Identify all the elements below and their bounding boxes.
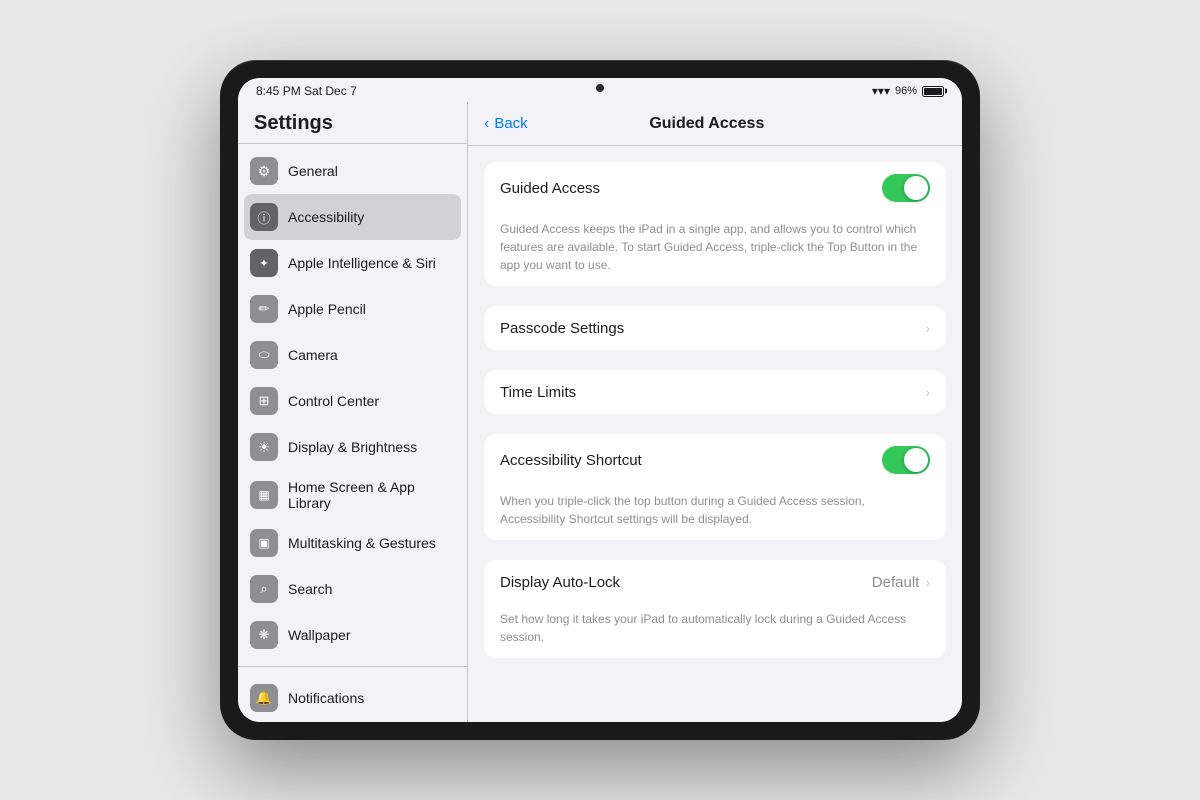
display-auto-lock-row[interactable]: Display Auto-Lock Default › bbox=[484, 560, 946, 604]
guided-access-card: Guided Access Guided Access keeps the iP… bbox=[484, 162, 946, 286]
time-limits-label: Time Limits bbox=[500, 384, 925, 401]
back-chevron-icon: ‹ bbox=[484, 115, 489, 133]
notifications-label: Notifications bbox=[288, 690, 455, 706]
display-auto-lock-value: Default bbox=[872, 574, 920, 591]
accessibility-shortcut-label: Accessibility Shortcut bbox=[500, 452, 882, 469]
apple-intelligence-icon: ✦ bbox=[250, 249, 278, 277]
guided-access-label: Guided Access bbox=[500, 180, 882, 197]
sidebar-title: Settings bbox=[238, 102, 467, 144]
right-panel-title: Guided Access bbox=[528, 115, 886, 133]
passcode-settings-row[interactable]: Passcode Settings › bbox=[484, 306, 946, 350]
accessibility-shortcut-card: Accessibility Shortcut When you triple-c… bbox=[484, 434, 946, 540]
back-label: Back bbox=[494, 115, 527, 132]
sidebar-item-apple-pencil[interactable]: ✏ Apple Pencil bbox=[238, 286, 467, 332]
status-right: ▾▾▾ 96% bbox=[872, 84, 944, 98]
sidebar-divider bbox=[238, 666, 467, 667]
accessibility-shortcut-row: Accessibility Shortcut bbox=[484, 434, 946, 486]
sidebar-item-control-center[interactable]: ⊞ Control Center bbox=[238, 378, 467, 424]
search-icon: ⌕ bbox=[250, 575, 278, 603]
sidebar-item-general[interactable]: ⚙ General bbox=[238, 148, 467, 194]
battery-pct: 96% bbox=[895, 85, 917, 97]
sidebar-item-accessibility[interactable]: ⓘ Accessibility bbox=[244, 194, 461, 240]
accessibility-shortcut-toggle[interactable] bbox=[882, 446, 930, 474]
general-icon: ⚙ bbox=[250, 157, 278, 185]
back-button[interactable]: ‹ Back bbox=[484, 115, 528, 133]
wallpaper-label: Wallpaper bbox=[288, 627, 455, 643]
sidebar-item-notifications[interactable]: 🔔 Notifications bbox=[238, 675, 467, 721]
guided-access-toggle[interactable] bbox=[882, 174, 930, 202]
home-screen-label: Home Screen & App Library bbox=[288, 479, 455, 511]
search-label: Search bbox=[288, 581, 455, 597]
accessibility-label: Accessibility bbox=[288, 209, 455, 225]
ipad-screen: 8:45 PM Sat Dec 7 ▾▾▾ 96% Settings bbox=[238, 78, 962, 722]
multitasking-icon: ▣ bbox=[250, 529, 278, 557]
sidebar-item-wallpaper[interactable]: ❋ Wallpaper bbox=[238, 612, 467, 658]
apple-pencil-icon: ✏ bbox=[250, 295, 278, 323]
accessibility-shortcut-description: When you triple-click the top button dur… bbox=[484, 486, 946, 540]
home-screen-icon: ▦ bbox=[250, 481, 278, 509]
wallpaper-icon: ❋ bbox=[250, 621, 278, 649]
apple-pencil-label: Apple Pencil bbox=[288, 301, 455, 317]
sidebar-item-camera[interactable]: ⬭ Camera bbox=[238, 332, 467, 378]
sidebar-item-apple-intelligence[interactable]: ✦ Apple Intelligence & Siri bbox=[238, 240, 467, 286]
guided-access-toggle-thumb bbox=[904, 176, 928, 200]
multitasking-label: Multitasking & Gestures bbox=[288, 535, 455, 551]
settings-list: ⚙ General ⓘ Accessibility ✦ Apple Intell… bbox=[238, 144, 467, 722]
wifi-icon: ▾▾▾ bbox=[872, 84, 890, 98]
time-limits-row[interactable]: Time Limits › bbox=[484, 370, 946, 414]
display-auto-lock-chevron-icon: › bbox=[925, 574, 930, 590]
apple-intelligence-label: Apple Intelligence & Siri bbox=[288, 255, 455, 271]
time-limits-card: Time Limits › bbox=[484, 370, 946, 414]
general-label: General bbox=[288, 163, 455, 179]
control-center-label: Control Center bbox=[288, 393, 455, 409]
battery-fill bbox=[924, 88, 942, 95]
status-time: 8:45 PM Sat Dec 7 bbox=[256, 84, 357, 98]
right-panel: ‹ Back Guided Access Guided Access bbox=[468, 102, 962, 722]
content-area: Settings ⚙ General ⓘ Accessibility bbox=[238, 102, 962, 722]
camera-label: Camera bbox=[288, 347, 455, 363]
passcode-settings-label: Passcode Settings bbox=[500, 320, 925, 337]
guided-access-description: Guided Access keeps the iPad in a single… bbox=[484, 214, 946, 286]
sidebar: Settings ⚙ General ⓘ Accessibility bbox=[238, 102, 468, 722]
display-brightness-label: Display & Brightness bbox=[288, 439, 455, 455]
passcode-settings-card: Passcode Settings › bbox=[484, 306, 946, 350]
display-auto-lock-card: Display Auto-Lock Default › Set how long… bbox=[484, 560, 946, 658]
battery-icon bbox=[922, 86, 944, 97]
sidebar-item-sounds[interactable]: 🔊 Sounds bbox=[238, 721, 467, 723]
sidebar-item-search[interactable]: ⌕ Search bbox=[238, 566, 467, 612]
time-limits-chevron-icon: › bbox=[925, 384, 930, 400]
sidebar-item-display-brightness[interactable]: ☀ Display & Brightness bbox=[238, 424, 467, 470]
sidebar-item-home-screen[interactable]: ▦ Home Screen & App Library bbox=[238, 470, 467, 520]
accessibility-icon: ⓘ bbox=[250, 203, 278, 231]
notifications-icon: 🔔 bbox=[250, 684, 278, 712]
sidebar-item-multitasking[interactable]: ▣ Multitasking & Gestures bbox=[238, 520, 467, 566]
display-auto-lock-label: Display Auto-Lock bbox=[500, 574, 872, 591]
right-content: Guided Access Guided Access keeps the iP… bbox=[468, 146, 962, 722]
accessibility-shortcut-toggle-thumb bbox=[904, 448, 928, 472]
display-brightness-icon: ☀ bbox=[250, 433, 278, 461]
camera-dot bbox=[596, 84, 604, 92]
settings-section-2: 🔔 Notifications 🔊 Sounds 🌙 Focus bbox=[238, 671, 467, 723]
passcode-chevron-icon: › bbox=[925, 320, 930, 336]
control-center-icon: ⊞ bbox=[250, 387, 278, 415]
right-header: ‹ Back Guided Access bbox=[468, 102, 962, 146]
camera-icon: ⬭ bbox=[250, 341, 278, 369]
guided-access-row: Guided Access bbox=[484, 162, 946, 214]
ipad-frame: 8:45 PM Sat Dec 7 ▾▾▾ 96% Settings bbox=[220, 60, 980, 740]
display-auto-lock-description: Set how long it takes your iPad to autom… bbox=[484, 604, 946, 658]
settings-section-1: ⚙ General ⓘ Accessibility ✦ Apple Intell… bbox=[238, 144, 467, 662]
